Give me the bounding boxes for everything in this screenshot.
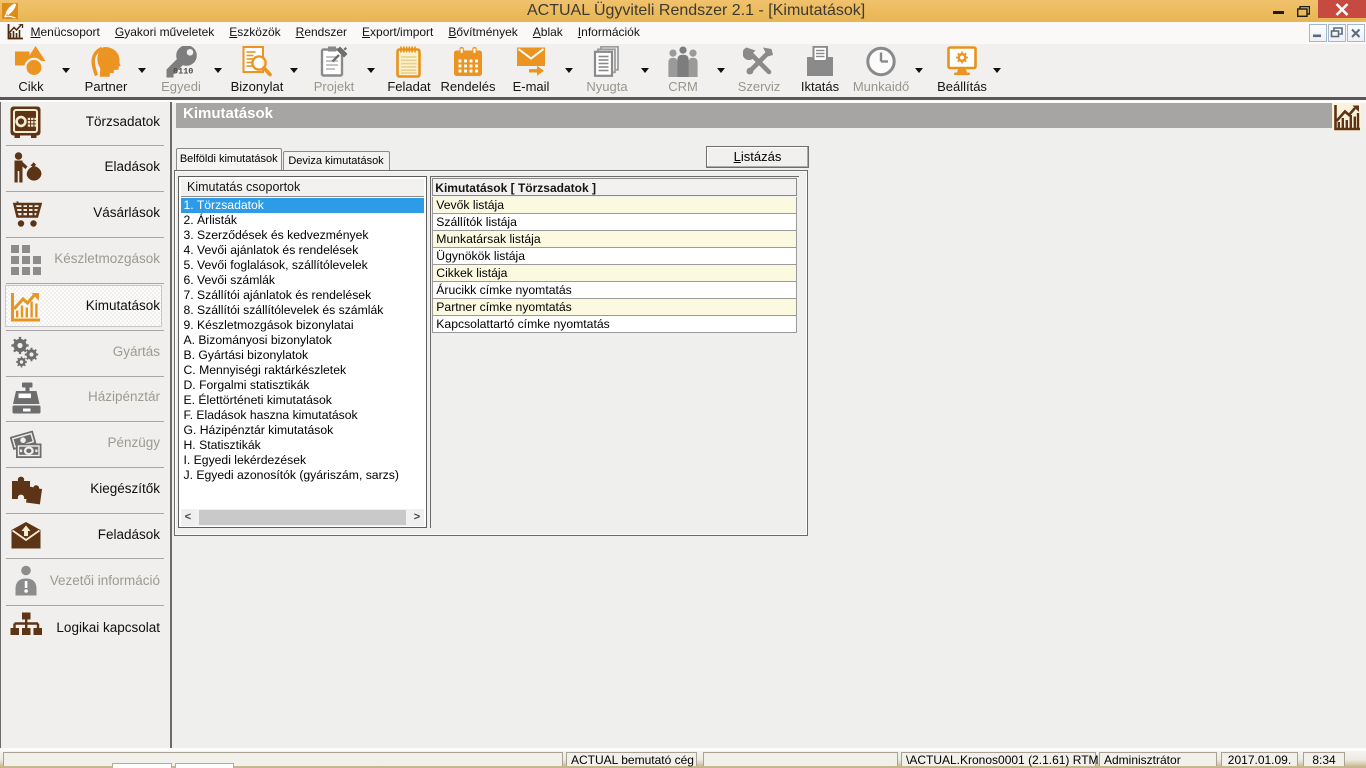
svg-text:0110: 0110 — [173, 67, 193, 77]
